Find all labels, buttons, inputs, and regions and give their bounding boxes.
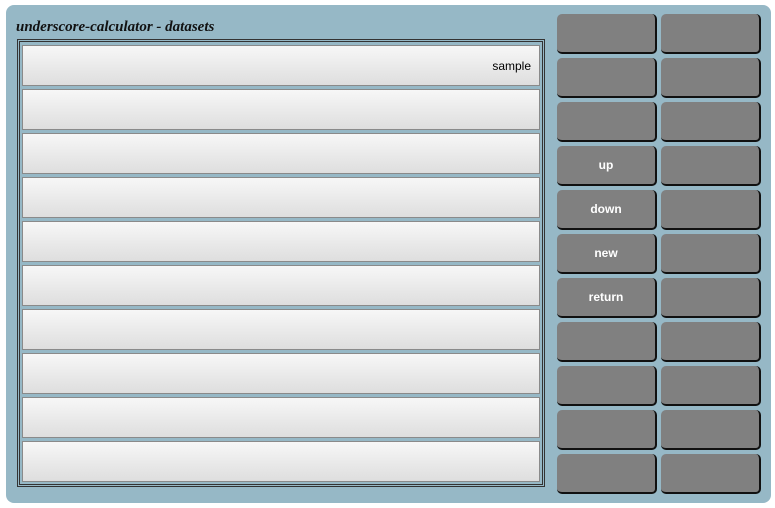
dataset-row[interactable] bbox=[22, 441, 540, 482]
blank-button[interactable] bbox=[661, 102, 761, 142]
dataset-row[interactable] bbox=[22, 89, 540, 130]
blank-button[interactable] bbox=[557, 14, 657, 54]
blank-button[interactable] bbox=[557, 454, 657, 494]
blank-button[interactable] bbox=[557, 410, 657, 450]
up-button[interactable]: up bbox=[557, 146, 657, 186]
dataset-row[interactable] bbox=[22, 353, 540, 394]
dataset-row[interactable] bbox=[22, 397, 540, 438]
blank-button[interactable] bbox=[557, 322, 657, 362]
blank-button[interactable] bbox=[661, 366, 761, 406]
blank-button[interactable] bbox=[661, 14, 761, 54]
new-button[interactable]: new bbox=[557, 234, 657, 274]
dataset-row[interactable] bbox=[22, 265, 540, 306]
blank-button[interactable] bbox=[557, 366, 657, 406]
page-title: underscore-calculator - datasets bbox=[16, 19, 215, 35]
blank-button[interactable] bbox=[661, 58, 761, 98]
dataset-row[interactable]: sample bbox=[22, 45, 540, 86]
blank-button[interactable] bbox=[661, 454, 761, 494]
blank-button[interactable] bbox=[661, 278, 761, 318]
dataset-row[interactable] bbox=[22, 133, 540, 174]
blank-button[interactable] bbox=[661, 410, 761, 450]
blank-button[interactable] bbox=[661, 322, 761, 362]
blank-button[interactable] bbox=[557, 58, 657, 98]
blank-button[interactable] bbox=[661, 234, 761, 274]
blank-button[interactable] bbox=[661, 146, 761, 186]
down-button[interactable]: down bbox=[557, 190, 657, 230]
dataset-row[interactable] bbox=[22, 177, 540, 218]
blank-button[interactable] bbox=[661, 190, 761, 230]
return-button[interactable]: return bbox=[557, 278, 657, 318]
dataset-row[interactable] bbox=[22, 221, 540, 262]
blank-button[interactable] bbox=[557, 102, 657, 142]
dataset-row[interactable] bbox=[22, 309, 540, 350]
